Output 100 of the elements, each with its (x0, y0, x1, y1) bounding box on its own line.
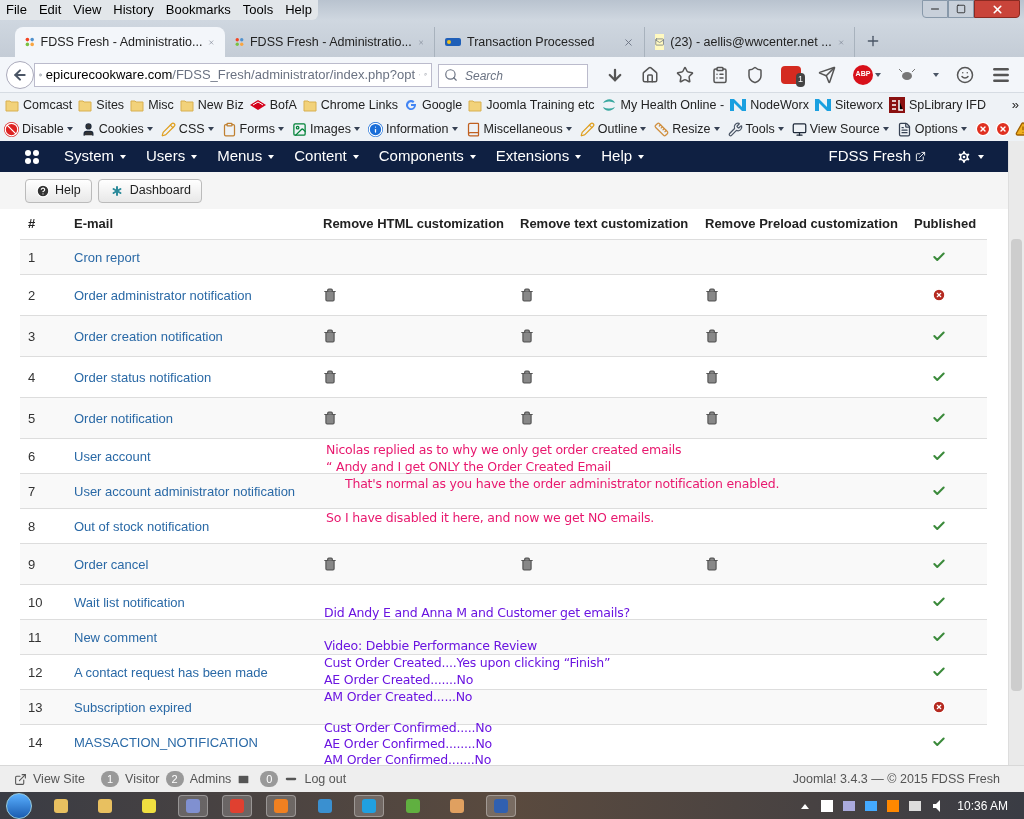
bookmark-link[interactable]: My Health Online - (620, 95, 725, 115)
settings-icon[interactable] (956, 148, 972, 165)
home-icon[interactable] (641, 65, 659, 84)
toolbar-menu[interactable]: Information (386, 119, 449, 139)
check-icon[interactable] (931, 595, 946, 609)
trash-icon[interactable] (323, 557, 337, 571)
send-icon[interactable] (818, 65, 836, 84)
toolbar-menu[interactable]: CSS (178, 119, 205, 139)
bookmark-link[interactable]: Joomla Training etc (486, 95, 595, 115)
trash-icon[interactable] (705, 557, 719, 571)
toolbar-button[interactable]: Dashboard (97, 178, 202, 203)
nav-menu[interactable]: Menus (217, 145, 263, 168)
check-icon[interactable] (931, 329, 946, 343)
bookmark-link[interactable]: Google (421, 95, 463, 115)
toolbar-menu[interactable]: Forms (239, 119, 275, 139)
reader-icon[interactable] (711, 65, 729, 84)
menu-item[interactable]: File (6, 0, 27, 20)
trash-icon[interactable] (705, 370, 719, 384)
check-icon[interactable] (931, 449, 946, 463)
toolbar-menu[interactable]: Tools (745, 119, 775, 139)
nav-menu[interactable]: Components (378, 145, 464, 168)
check-icon[interactable] (931, 630, 946, 644)
menu-item[interactable]: Edit (38, 0, 62, 20)
check-icon[interactable] (931, 370, 946, 384)
start-button[interactable] (6, 792, 32, 819)
email-link[interactable]: User account administrator notification (74, 484, 296, 499)
trash-icon[interactable] (323, 329, 337, 343)
trash-icon[interactable] (323, 370, 337, 384)
nav-menu[interactable]: Help (601, 145, 633, 168)
new-tab-icon[interactable] (865, 33, 881, 49)
bookmark-link[interactable]: Misc (148, 95, 174, 115)
bookmark-link[interactable]: Chrome Links (320, 95, 398, 115)
trash-icon[interactable] (520, 288, 534, 302)
email-link[interactable]: Cron report (74, 250, 140, 265)
unpublished-icon[interactable] (931, 288, 946, 302)
toolbar-menu[interactable]: Disable (22, 119, 64, 139)
trash-icon[interactable] (323, 411, 337, 425)
email-link[interactable]: Order administrator notification (74, 288, 252, 303)
app-icon[interactable] (405, 797, 421, 814)
search-field[interactable]: Search (438, 63, 588, 88)
check-icon[interactable] (931, 557, 946, 571)
toolbar-button[interactable]: Help (25, 178, 92, 203)
bookmark-link[interactable]: BofA (269, 95, 297, 115)
app-icon[interactable] (141, 797, 157, 814)
menu-item[interactable]: History (113, 0, 154, 20)
bookmark-link[interactable]: Siteworx (834, 95, 883, 115)
toolbar-menu[interactable]: Outline (597, 119, 638, 139)
browser-tab[interactable]: FDSS Fresh - Administratio... (15, 27, 225, 57)
toolbar-menu[interactable]: Miscellaneous (483, 119, 563, 139)
trash-icon[interactable] (520, 411, 534, 425)
check-icon[interactable] (931, 484, 946, 498)
email-link[interactable]: New comment (74, 630, 158, 645)
back-button[interactable] (6, 60, 34, 89)
nav-menu[interactable]: Extensions (495, 145, 570, 168)
trash-icon[interactable] (705, 411, 719, 425)
bug-icon[interactable] (898, 67, 916, 82)
logo-icon[interactable] (24, 148, 40, 165)
trash-icon[interactable] (520, 329, 534, 343)
app-icon[interactable] (449, 797, 465, 814)
overflow-chevron[interactable]: » (1011, 95, 1019, 115)
bookmark-link[interactable]: SpLibrary IFD (908, 95, 986, 115)
nav-menu[interactable]: Content (294, 145, 347, 168)
nav-menu[interactable]: System (64, 145, 114, 168)
email-link[interactable]: Order status notification (74, 370, 212, 385)
email-link[interactable]: Order cancel (74, 557, 149, 572)
trash-icon[interactable] (520, 557, 534, 571)
close-button[interactable] (974, 0, 1020, 18)
bookmark-link[interactable]: Sites (96, 95, 125, 115)
trash-icon[interactable] (520, 370, 534, 384)
menu-item[interactable]: Tools (242, 0, 274, 20)
email-link[interactable]: Out of stock notification (74, 519, 210, 534)
app-icon[interactable] (97, 797, 113, 814)
check-icon[interactable] (931, 250, 946, 264)
email-link[interactable]: MASSACTION_NOTIFICATION (74, 735, 258, 750)
address-field[interactable]: epicurecookware.com/FDSS_Fresh/administrator/index.php?opt (34, 62, 432, 87)
menu-item[interactable]: Bookmarks (165, 0, 231, 20)
trash-icon[interactable] (705, 329, 719, 343)
menu-item[interactable]: Help (285, 0, 312, 20)
email-link[interactable]: Order notification (74, 411, 173, 426)
trash-icon[interactable] (705, 288, 719, 302)
check-icon[interactable] (931, 665, 946, 679)
chat-icon[interactable] (956, 65, 974, 84)
nav-menu[interactable]: Users (146, 145, 186, 168)
email-link[interactable]: User account (74, 449, 151, 464)
unpublished-icon[interactable] (931, 700, 946, 714)
site-link[interactable]: FDSS Fresh (828, 145, 911, 168)
scrollbar[interactable] (1008, 141, 1024, 765)
check-icon[interactable] (931, 411, 946, 425)
toolbar-menu[interactable]: Resize (672, 119, 711, 139)
check-icon[interactable] (931, 735, 946, 749)
menu-item[interactable]: View (73, 0, 102, 20)
toolbar-menu[interactable]: Cookies (98, 119, 144, 139)
close-icon[interactable] (623, 36, 634, 48)
star-icon[interactable] (676, 65, 694, 84)
email-link[interactable]: Order creation notification (74, 329, 223, 344)
email-link[interactable]: Subscription expired (74, 700, 192, 715)
toolbar-menu[interactable]: Options (914, 119, 958, 139)
app-icon[interactable] (53, 797, 69, 814)
bookmark-link[interactable]: Comcast (23, 95, 73, 115)
toolbar-menu[interactable]: View Source (809, 119, 880, 139)
